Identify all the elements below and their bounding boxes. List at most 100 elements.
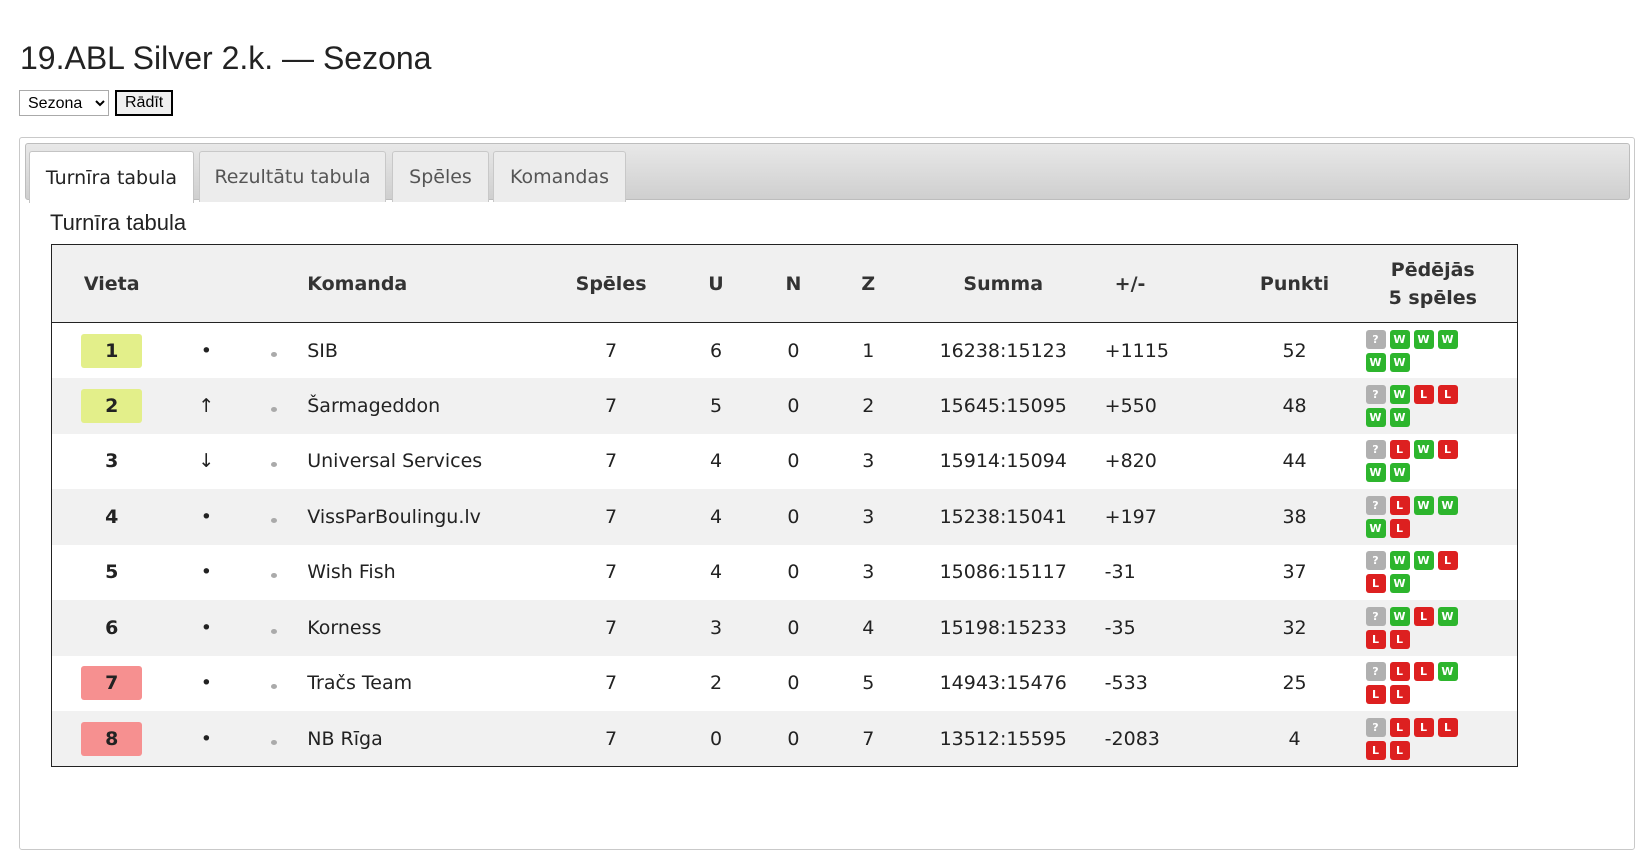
- result-win-badge[interactable]: W: [1365, 407, 1386, 427]
- result-loss-badge[interactable]: L: [1437, 551, 1458, 571]
- result-loss-badge[interactable]: L: [1389, 495, 1410, 515]
- result-loss-badge[interactable]: L: [1413, 662, 1434, 682]
- result-win-badge[interactable]: W: [1413, 329, 1434, 349]
- result-loss-badge[interactable]: L: [1413, 717, 1434, 737]
- team-name[interactable]: Korness: [306, 600, 557, 656]
- result-loss-badge[interactable]: L: [1437, 440, 1458, 460]
- show-button[interactable]: Rādīt: [115, 90, 174, 116]
- sum-cell: 15914:15094: [939, 450, 1067, 473]
- header-u[interactable]: U: [666, 244, 766, 323]
- result-win-badge[interactable]: W: [1437, 662, 1458, 682]
- rank-badge: 5: [105, 561, 119, 584]
- points-cell: 32: [1240, 600, 1349, 656]
- team-name[interactable]: SIB: [306, 323, 556, 379]
- rank-cell: 2: [51, 378, 172, 434]
- tab-bar: Turnīra tabula Rezultātu tabula Spēles K…: [25, 143, 1630, 203]
- header-komanda[interactable]: Komanda: [306, 244, 557, 323]
- result-loss-badge[interactable]: L: [1365, 629, 1386, 649]
- result-win-badge[interactable]: W: [1437, 606, 1458, 626]
- result-unknown-badge[interactable]: ?: [1365, 495, 1386, 515]
- result-win-badge[interactable]: W: [1389, 551, 1410, 571]
- team-name[interactable]: Universal Services: [306, 434, 556, 490]
- result-loss-badge[interactable]: L: [1413, 606, 1434, 626]
- result-win-badge[interactable]: W: [1437, 495, 1458, 515]
- result-loss-badge[interactable]: L: [1389, 717, 1410, 737]
- result-loss-badge[interactable]: L: [1365, 574, 1386, 594]
- result-win-badge[interactable]: W: [1413, 495, 1434, 515]
- table-row: 2 ↑ Šarmageddon 7 5 0 2 15645:15095 +550…: [51, 378, 1518, 434]
- team-name[interactable]: NB Rīga: [306, 711, 557, 767]
- result-loss-badge[interactable]: L: [1389, 662, 1410, 682]
- result-win-badge[interactable]: W: [1389, 352, 1410, 372]
- result-unknown-badge[interactable]: ?: [1365, 551, 1386, 571]
- header-last5: Pēdējās 5 spēles: [1348, 244, 1518, 323]
- result-loss-badge[interactable]: L: [1389, 440, 1410, 460]
- header-speles[interactable]: Spēles: [556, 244, 667, 323]
- rank-cell: 6: [51, 600, 172, 656]
- tab-speles[interactable]: Spēles: [392, 151, 489, 202]
- header-z[interactable]: Z: [820, 244, 916, 323]
- table-row: 3 ↓ Universal Services 7 4 0 3 15914:150…: [52, 434, 1518, 490]
- standings-table: Vieta Komanda Spēles U N Z Summa +/- Pun…: [51, 244, 1518, 767]
- result-win-badge[interactable]: W: [1413, 551, 1434, 571]
- header-summa[interactable]: Summa: [915, 244, 1091, 323]
- diff-cell: +1115: [1104, 339, 1169, 362]
- result-loss-badge[interactable]: L: [1437, 717, 1458, 737]
- trend-icon: •: [171, 711, 242, 767]
- trend-icon: •: [171, 489, 242, 545]
- draws-cell: 0: [765, 600, 821, 656]
- result-win-badge[interactable]: W: [1365, 518, 1386, 538]
- result-win-badge[interactable]: W: [1389, 384, 1410, 404]
- header-vieta[interactable]: Vieta: [51, 244, 172, 323]
- result-loss-badge[interactable]: L: [1365, 685, 1386, 705]
- draws-cell: 0: [787, 672, 800, 695]
- result-win-badge[interactable]: W: [1389, 329, 1410, 349]
- games-cell: 7: [556, 489, 667, 545]
- result-win-badge[interactable]: W: [1389, 574, 1410, 594]
- team-name[interactable]: Tračs Team: [306, 656, 556, 712]
- result-win-badge[interactable]: W: [1389, 606, 1410, 626]
- result-loss-badge[interactable]: L: [1389, 740, 1410, 760]
- result-unknown-badge[interactable]: ?: [1365, 662, 1386, 682]
- tab-komandas[interactable]: Komandas: [493, 151, 626, 202]
- tab-rezultatu-tabula[interactable]: Rezultātu tabula: [199, 151, 386, 202]
- header-punkti[interactable]: Punkti: [1240, 244, 1349, 323]
- points-cell: 44: [1282, 450, 1307, 473]
- result-unknown-badge[interactable]: ?: [1365, 329, 1386, 349]
- team-name[interactable]: Wish Fish: [306, 545, 556, 601]
- result-loss-badge[interactable]: L: [1389, 518, 1410, 538]
- result-loss-badge[interactable]: L: [1413, 384, 1434, 404]
- team-name[interactable]: Šarmageddon: [306, 378, 557, 434]
- result-win-badge[interactable]: W: [1365, 352, 1386, 372]
- losses-cell: 3: [820, 489, 916, 545]
- result-loss-badge[interactable]: L: [1389, 629, 1410, 649]
- result-loss-badge[interactable]: L: [1389, 685, 1410, 705]
- losses-cell: 1: [862, 339, 875, 362]
- result-unknown-badge[interactable]: ?: [1365, 384, 1386, 404]
- result-unknown-badge[interactable]: ?: [1365, 606, 1386, 626]
- draws-cell: 0: [787, 450, 800, 473]
- result-loss-badge[interactable]: L: [1365, 740, 1386, 760]
- team-logo-cell: [241, 489, 307, 545]
- team-name[interactable]: VissParBoulingu.lv: [306, 489, 557, 545]
- diff-cell: -533: [1104, 672, 1148, 695]
- result-loss-badge[interactable]: L: [1437, 384, 1458, 404]
- result-win-badge[interactable]: W: [1365, 463, 1386, 483]
- result-unknown-badge[interactable]: ?: [1365, 440, 1386, 460]
- team-logo-icon: [270, 351, 277, 357]
- result-win-badge[interactable]: W: [1389, 463, 1410, 483]
- header-diff[interactable]: +/-: [1090, 244, 1241, 323]
- result-unknown-badge[interactable]: ?: [1365, 717, 1386, 737]
- tab-turnira-tabula[interactable]: Turnīra tabula: [29, 151, 194, 203]
- table-row: 8 • NB Rīga 7 0 0 7 13512:15595 -2083 4 …: [51, 711, 1518, 767]
- header-n[interactable]: N: [765, 244, 821, 323]
- wins-cell: 2: [709, 672, 723, 695]
- result-win-badge[interactable]: W: [1413, 440, 1434, 460]
- result-win-badge[interactable]: W: [1389, 407, 1410, 427]
- wins-cell: 4: [666, 489, 766, 545]
- last5-results: ? W L L W W: [1365, 384, 1462, 427]
- result-win-badge[interactable]: W: [1437, 329, 1458, 349]
- trend-icon: •: [200, 672, 212, 695]
- team-logo-icon: [270, 462, 277, 468]
- season-select[interactable]: Sezona: [19, 90, 109, 116]
